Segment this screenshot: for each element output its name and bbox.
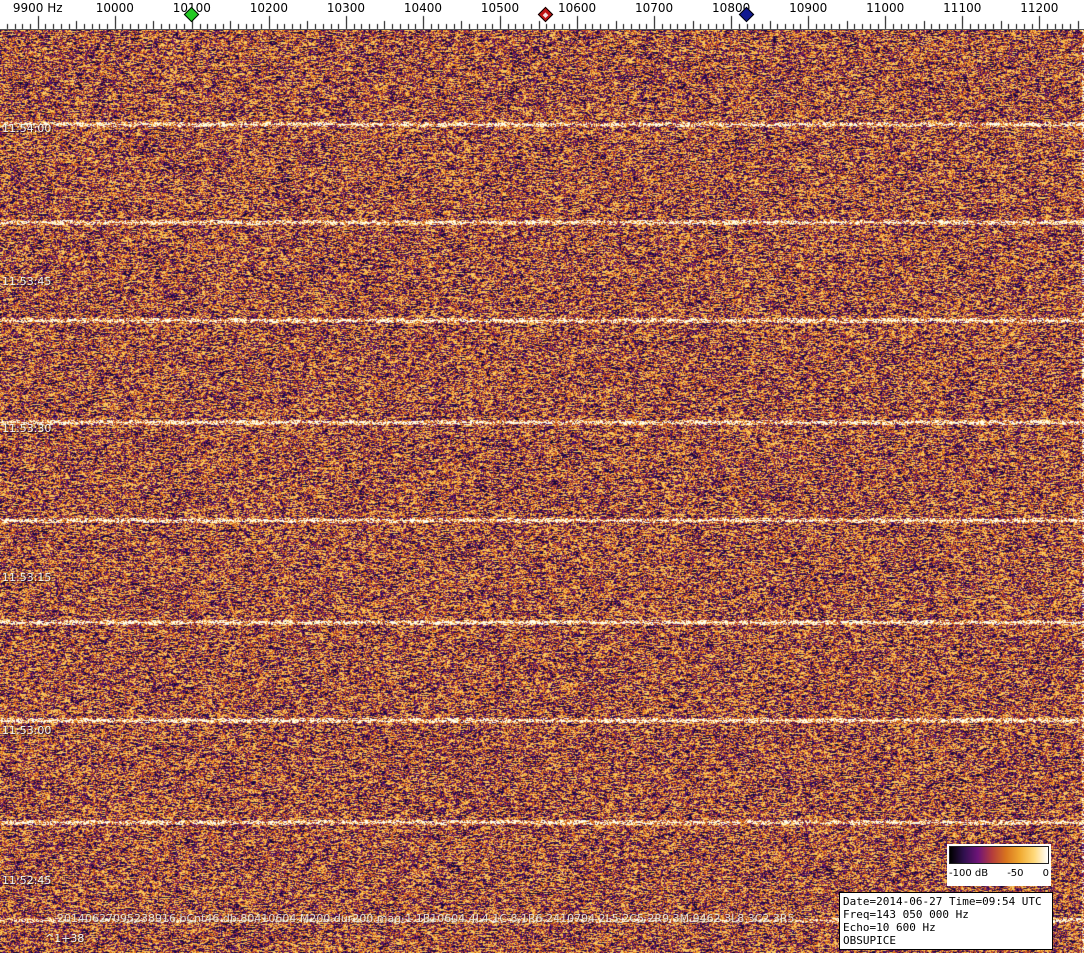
info-station: OBSUPICE [843, 934, 1049, 947]
colorbar-label-min: -100 dB [949, 868, 988, 879]
time-label: 11:54:00 [2, 122, 51, 135]
cursor-readout: ^1+38 [45, 932, 84, 945]
ruler-frequency-label: 11100 [943, 1, 981, 15]
ruler-frequency-label: 10400 [404, 1, 442, 15]
ruler-frequency-label: 10200 [250, 1, 288, 15]
marker-red-center [543, 12, 549, 18]
waterfall-area: 11:54:00 11:53:45 11:53:30 11:53:15 11:53:00… [0, 30, 1084, 953]
ruler-frequency-label: 9900 Hz [13, 1, 63, 15]
time-label: 11:53:00 [2, 724, 51, 737]
colorbar-gradient [949, 846, 1049, 864]
ruler-frequency-label: 10000 [96, 1, 134, 15]
time-label: 11:53:45 [2, 275, 51, 288]
spectrogram-canvas[interactable] [0, 30, 1084, 953]
ruler-frequency-label: 10700 [635, 1, 673, 15]
spectrogram-app: 9900 Hz100001010010200103001040010500106… [0, 0, 1084, 953]
colorbar-label-mid: -50 [1007, 868, 1023, 879]
detection-log-text: 20140627095238916 bCnt46 db 80410604 M20… [57, 912, 795, 925]
info-echo: Echo=10 600 Hz [843, 921, 1049, 934]
ruler-frequency-label: 10300 [327, 1, 365, 15]
ruler-frequency-label: 11000 [866, 1, 904, 15]
frequency-ruler[interactable]: 9900 Hz100001010010200103001040010500106… [0, 0, 1084, 30]
time-label: 11:53:15 [2, 571, 51, 584]
time-label: 11:52:45 [2, 874, 51, 887]
ruler-frequency-label: 10500 [481, 1, 519, 15]
colorbar-labels: -100 dB -50 0 [949, 865, 1049, 881]
ruler-frequency-label: 10600 [558, 1, 596, 15]
time-label: 11:53:30 [2, 422, 51, 435]
ruler-frequency-label: 10900 [789, 1, 827, 15]
observation-info-box: Date=2014-06-27 Time=09:54 UTC Freq=143 … [839, 892, 1053, 950]
info-date-time: Date=2014-06-27 Time=09:54 UTC [843, 895, 1049, 908]
colorbar-label-max: 0 [1043, 868, 1049, 879]
info-frequency: Freq=143 050 000 Hz [843, 908, 1049, 921]
colorbar-legend: -100 dB -50 0 [947, 844, 1051, 886]
ruler-frequency-label: 11200 [1020, 1, 1058, 15]
